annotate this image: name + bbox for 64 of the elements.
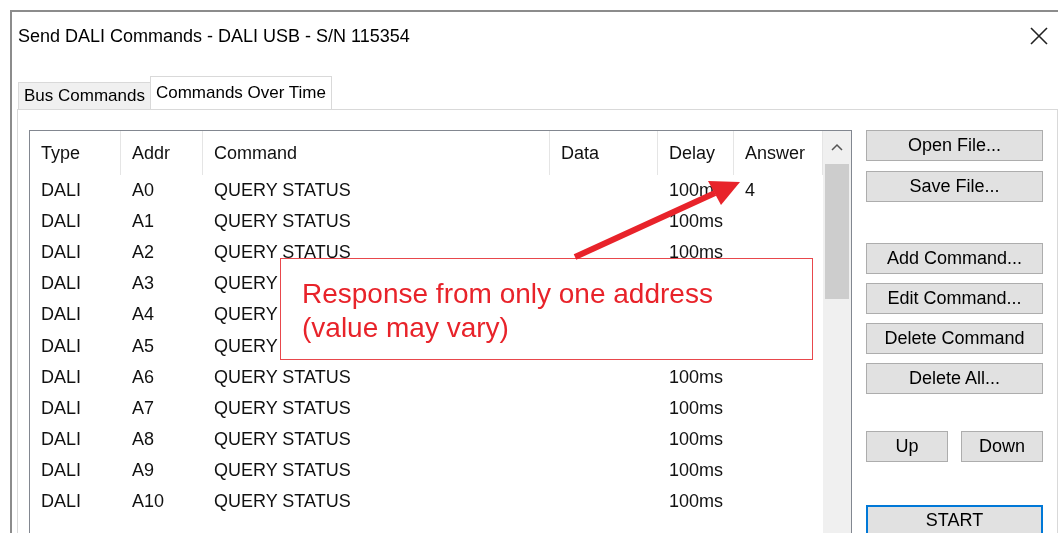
command-button[interactable]: Up bbox=[866, 431, 948, 462]
command-button[interactable]: Delete All... bbox=[866, 363, 1043, 394]
table-cell: QUERY STATUS bbox=[214, 180, 351, 201]
annotation-text: Response from only one address bbox=[302, 277, 713, 311]
table-cell: A5 bbox=[132, 335, 155, 356]
table-cell: 4 bbox=[745, 180, 755, 201]
table-cell: QUERY STATUS bbox=[214, 366, 351, 387]
table-cell: A3 bbox=[132, 273, 155, 294]
table-cell: A0 bbox=[132, 180, 155, 201]
close-icon[interactable] bbox=[1030, 27, 1048, 45]
table-cell: DALI bbox=[41, 366, 82, 387]
command-button[interactable]: Add Command... bbox=[866, 243, 1043, 274]
table-cell: DALI bbox=[41, 397, 82, 418]
table-cell: DALI bbox=[41, 242, 82, 263]
table-cell: 100ms bbox=[669, 211, 724, 232]
table-cell: DALI bbox=[41, 273, 82, 294]
table-cell: QUERY STATUS bbox=[214, 459, 351, 480]
annotation-text: (value may vary) bbox=[302, 311, 509, 345]
scrollbar[interactable] bbox=[823, 131, 851, 533]
column-header[interactable]: Addr bbox=[121, 131, 203, 175]
table-cell: 100ms bbox=[669, 491, 724, 511]
table-cell: QUERY bbox=[214, 304, 278, 325]
column-header[interactable]: Command bbox=[203, 131, 550, 175]
table-cell: DALI bbox=[41, 491, 82, 511]
scroll-up-icon[interactable] bbox=[831, 143, 843, 151]
column-header[interactable]: Data bbox=[550, 131, 658, 175]
command-button[interactable]: Edit Command... bbox=[866, 283, 1043, 314]
table-cell: 100ms bbox=[669, 428, 724, 449]
window-title: Send DALI Commands - DALI USB - S/N 115354 bbox=[18, 25, 410, 47]
table-cell: QUERY bbox=[214, 335, 278, 356]
table-cell: DALI bbox=[41, 304, 82, 325]
table-cell: DALI bbox=[41, 459, 82, 480]
command-button[interactable]: Save File... bbox=[866, 171, 1043, 202]
table-cell: A9 bbox=[132, 459, 155, 480]
table-cell: A4 bbox=[132, 304, 155, 325]
table-cell: DALI bbox=[41, 428, 82, 449]
table-cell: QUERY STATUS bbox=[214, 491, 351, 511]
table-cell: A8 bbox=[132, 428, 155, 449]
table-cell: A1 bbox=[132, 211, 155, 232]
table-cell: QUERY STATUS bbox=[214, 211, 351, 232]
command-button[interactable]: Delete Command bbox=[866, 323, 1043, 354]
table-cell: DALI bbox=[41, 211, 82, 232]
table-cell: 100ms bbox=[669, 242, 724, 263]
table-cell: QUERY STATUS bbox=[214, 397, 351, 418]
table-cell: QUERY STATUS bbox=[214, 428, 351, 449]
tab[interactable]: Bus Commands bbox=[18, 82, 151, 109]
table-cell: A6 bbox=[132, 366, 155, 387]
tab[interactable]: Commands Over Time bbox=[149, 76, 332, 109]
table-cell: A7 bbox=[132, 397, 155, 418]
table-cell: A2 bbox=[132, 242, 155, 263]
command-button[interactable]: START bbox=[866, 505, 1043, 533]
column-header[interactable]: Type bbox=[30, 131, 121, 175]
table-cell: 100ms bbox=[669, 366, 724, 387]
table-cell: DALI bbox=[41, 180, 82, 201]
table-cell: 100ms bbox=[669, 459, 724, 480]
table-cell: QUERY bbox=[214, 273, 278, 294]
scroll-thumb[interactable] bbox=[825, 164, 849, 299]
table-cell: QUERY STATUS bbox=[214, 242, 351, 263]
table-cell: DALI bbox=[41, 335, 82, 356]
table-cell: A10 bbox=[132, 491, 165, 511]
command-button[interactable]: Down bbox=[961, 431, 1043, 462]
table-cell: 100ms bbox=[669, 397, 724, 418]
command-button[interactable]: Open File... bbox=[866, 130, 1043, 161]
column-header[interactable]: Delay bbox=[658, 131, 734, 175]
